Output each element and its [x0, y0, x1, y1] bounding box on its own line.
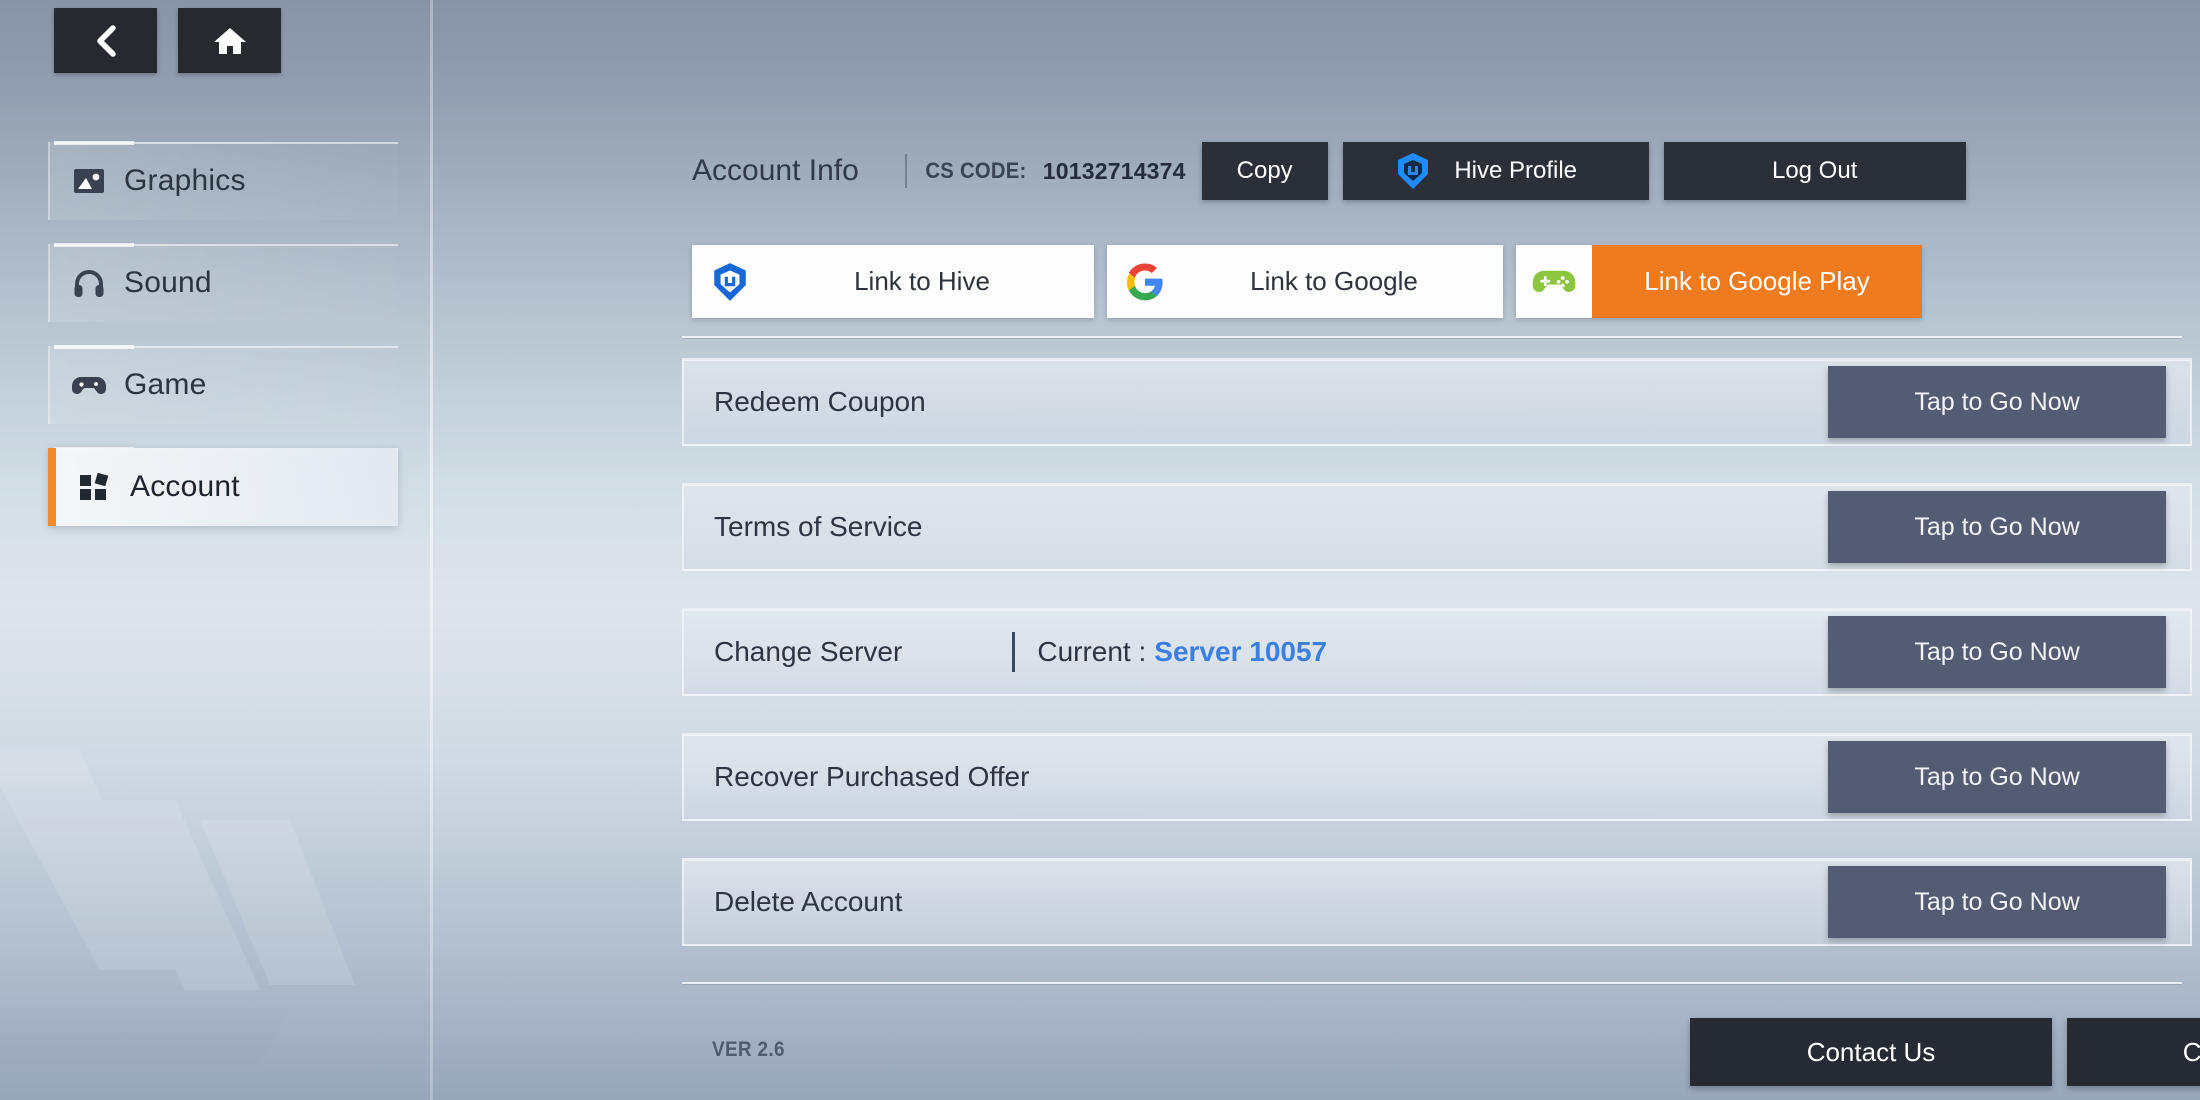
current-server-info: Current : Server 10057	[1012, 632, 1327, 672]
top-nav-buttons	[54, 8, 281, 73]
chevron-left-icon	[91, 24, 121, 58]
hive-shield-icon	[692, 261, 768, 303]
link-to-google-button[interactable]: Link to Google	[1107, 245, 1503, 318]
sidebar-item-label: Account	[130, 470, 240, 504]
link-to-hive-label: Link to Hive	[768, 266, 1094, 297]
version-label: VER 2.6	[712, 1038, 785, 1062]
row-action-label: Tap to Go Now	[1914, 888, 2079, 917]
hive-profile-button[interactable]: Hive Profile	[1343, 142, 1649, 200]
tap-to-go-now-button[interactable]: Tap to Go Now	[1828, 866, 2166, 938]
account-info-header: Account Info CS CODE: 10132714374 Copy H…	[692, 142, 1966, 200]
sidebar-item-game[interactable]: Game	[48, 346, 398, 424]
account-panel: Account Info CS CODE: 10132714374 Copy H…	[432, 0, 2200, 1100]
copy-button-label: Copy	[1237, 157, 1293, 185]
table-row[interactable]: Recover Purchased Offer Tap to Go Now	[682, 733, 2192, 821]
row-action-label: Tap to Go Now	[1914, 513, 2079, 542]
tap-to-go-now-button[interactable]: Tap to Go Now	[1828, 616, 2166, 688]
google-play-games-icon	[1516, 267, 1592, 297]
copy-button[interactable]: Copy	[1202, 142, 1328, 200]
log-out-button[interactable]: Log Out	[1664, 142, 1966, 200]
sidebar-item-account[interactable]: Account	[48, 448, 398, 526]
gamepad-icon	[72, 368, 106, 402]
page-title: Account Info	[692, 154, 859, 188]
table-row[interactable]: Delete Account Tap to Go Now	[682, 858, 2192, 946]
back-button[interactable]	[54, 8, 157, 73]
current-server-value: Server 10057	[1154, 636, 1327, 668]
link-to-google-label: Link to Google	[1183, 266, 1503, 297]
account-options-list: Redeem Coupon Tap to Go Now Terms of Ser…	[682, 358, 2192, 983]
link-to-google-play-label: Link to Google Play	[1592, 245, 1922, 318]
hive-shield-icon	[1394, 151, 1432, 191]
row-action-label: Tap to Go Now	[1914, 388, 2079, 417]
menu-group-graphics: Graphics	[48, 142, 398, 220]
google-g-icon	[1107, 262, 1183, 302]
sidebar-item-label: Sound	[124, 266, 212, 300]
settings-screen: Graphics Sound	[0, 0, 2200, 1100]
row-label: Change Server	[714, 636, 902, 668]
tap-to-go-now-button[interactable]: Tap to Go Now	[1828, 741, 2166, 813]
community-label: Community	[2183, 1037, 2200, 1068]
contact-us-label: Contact Us	[1807, 1037, 1936, 1068]
row-action-label: Tap to Go Now	[1914, 763, 2079, 792]
link-to-hive-button[interactable]: Link to Hive	[692, 245, 1094, 318]
home-icon	[213, 25, 247, 57]
footer: VER 2.6 Contact Us Community	[682, 1006, 2192, 1086]
menu-group-game: Game	[48, 346, 398, 424]
row-label: Delete Account	[714, 886, 902, 918]
log-out-label: Log Out	[1772, 157, 1857, 185]
divider	[905, 154, 907, 188]
cs-code-label: CS CODE:	[925, 158, 1026, 184]
top-divider	[682, 336, 2182, 338]
table-row[interactable]: Terms of Service Tap to Go Now	[682, 483, 2192, 571]
row-label: Terms of Service	[714, 511, 923, 543]
settings-menu: Graphics Sound	[48, 140, 398, 550]
home-button[interactable]	[178, 8, 281, 73]
menu-group-sound: Sound	[48, 244, 398, 322]
sidebar-item-label: Graphics	[124, 164, 246, 198]
sidebar-item-label: Game	[124, 368, 207, 402]
row-action-label: Tap to Go Now	[1914, 638, 2079, 667]
table-row[interactable]: Redeem Coupon Tap to Go Now	[682, 358, 2192, 446]
headphones-icon	[72, 266, 106, 300]
table-row[interactable]: Change Server Current : Server 10057 Tap…	[682, 608, 2192, 696]
row-label: Recover Purchased Offer	[714, 761, 1029, 793]
menu-group-account: Account	[48, 448, 398, 526]
row-label: Redeem Coupon	[714, 386, 926, 418]
sidebar-item-sound[interactable]: Sound	[48, 244, 398, 322]
hive-profile-label: Hive Profile	[1454, 157, 1577, 185]
grid-blocks-icon	[78, 470, 112, 504]
current-server-label: Current :	[1037, 636, 1146, 668]
tap-to-go-now-button[interactable]: Tap to Go Now	[1828, 366, 2166, 438]
community-button[interactable]: Community	[2067, 1018, 2200, 1086]
tap-to-go-now-button[interactable]: Tap to Go Now	[1828, 491, 2166, 563]
sidebar: Graphics Sound	[0, 0, 432, 1100]
contact-us-button[interactable]: Contact Us	[1690, 1018, 2052, 1086]
bottom-divider	[682, 982, 2182, 984]
divider	[1012, 632, 1015, 672]
sidebar-item-graphics[interactable]: Graphics	[48, 142, 398, 220]
image-icon	[72, 164, 106, 198]
cs-code-value: 10132714374	[1043, 158, 1186, 185]
link-to-google-play-button[interactable]: Link to Google Play	[1516, 245, 1922, 318]
link-account-buttons: Link to Hive Link to Google	[692, 245, 1922, 318]
